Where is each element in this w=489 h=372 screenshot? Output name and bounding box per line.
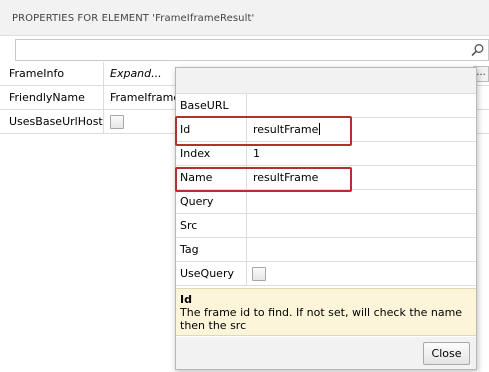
popup-footer: Close bbox=[176, 337, 476, 369]
id-value-editor[interactable]: resultFrame bbox=[253, 118, 473, 142]
popup-property-value[interactable]: resultFrame bbox=[253, 166, 473, 190]
popup-row-index[interactable]: Index 1 bbox=[176, 142, 476, 166]
popup-row-src[interactable]: Src bbox=[176, 214, 476, 238]
panel-title-bar: PROPERTIES FOR ELEMENT 'FrameIframeResul… bbox=[0, 0, 489, 36]
popup-property-name: Tag bbox=[176, 238, 247, 262]
popup-property-value[interactable]: 1 bbox=[253, 142, 473, 166]
property-name: FrameInfo bbox=[0, 62, 104, 86]
popup-property-value[interactable] bbox=[253, 190, 473, 214]
search-icon[interactable] bbox=[471, 43, 485, 57]
popup-property-name: BaseURL bbox=[176, 94, 247, 118]
description-text: The frame id to find. If not set, will c… bbox=[180, 306, 463, 332]
popup-property-value[interactable] bbox=[253, 214, 473, 238]
popup-property-name: Id bbox=[176, 118, 247, 142]
property-name: FriendlyName bbox=[0, 86, 104, 110]
frameinfo-editor-popup: BaseURL Id resultFrame Index 1 Name resu… bbox=[175, 67, 477, 370]
text-caret bbox=[319, 123, 321, 135]
property-name: UsesBaseUrlHost bbox=[0, 110, 104, 134]
property-description-panel: Id The frame id to find. If not set, wil… bbox=[176, 288, 476, 336]
close-button[interactable]: Close bbox=[423, 342, 470, 365]
popup-header bbox=[176, 68, 476, 94]
popup-row-name[interactable]: Name resultFrame bbox=[176, 166, 476, 190]
popup-property-name: Name bbox=[176, 166, 247, 190]
property-value-expand[interactable]: Expand... bbox=[105, 62, 185, 86]
popup-row-tag[interactable]: Tag bbox=[176, 238, 476, 262]
panel-title: PROPERTIES FOR ELEMENT 'FrameIframeResul… bbox=[12, 13, 255, 24]
popup-property-name: UseQuery bbox=[176, 262, 247, 286]
popup-property-name: Index bbox=[176, 142, 247, 166]
property-value[interactable]: FrameIframeResult bbox=[105, 86, 185, 110]
popup-property-value[interactable] bbox=[253, 238, 473, 262]
popup-property-name: Query bbox=[176, 190, 247, 214]
popup-row-query[interactable]: Query bbox=[176, 190, 476, 214]
popup-property-value[interactable] bbox=[253, 94, 473, 118]
description-title: Id bbox=[180, 293, 192, 306]
popup-row-baseurl[interactable]: BaseURL bbox=[176, 94, 476, 118]
usequery-checkbox[interactable] bbox=[252, 267, 266, 281]
search-box[interactable] bbox=[15, 39, 489, 61]
popup-property-name: Src bbox=[176, 214, 247, 238]
popup-row-usequery[interactable]: UseQuery bbox=[176, 262, 476, 286]
popup-row-id[interactable]: Id resultFrame bbox=[176, 118, 476, 142]
id-value-text[interactable]: resultFrame bbox=[253, 123, 318, 136]
search-input[interactable] bbox=[16, 40, 456, 60]
usesbaseurlhost-checkbox[interactable] bbox=[110, 115, 124, 129]
